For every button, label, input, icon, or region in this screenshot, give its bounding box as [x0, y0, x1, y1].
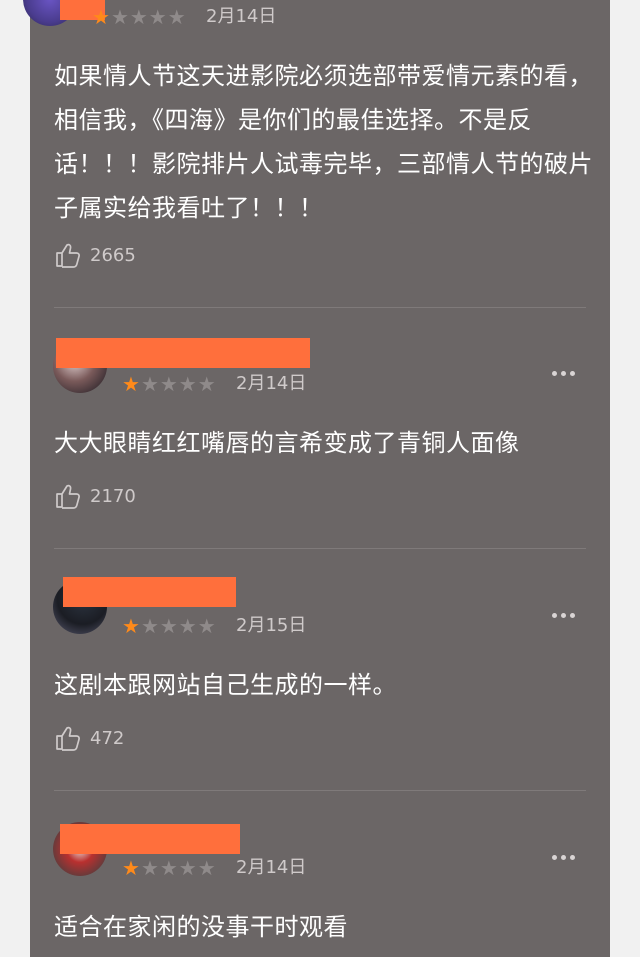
like-button[interactable]: 472 — [54, 724, 124, 752]
like-count: 2665 — [90, 244, 136, 266]
star-icon: ★ — [122, 856, 141, 880]
star-icon: ★ — [122, 372, 141, 396]
rating-stars: ★★★★★ — [122, 374, 217, 394]
rating-stars: ★★★★★ — [122, 616, 217, 636]
username-redacted[interactable] — [63, 577, 236, 607]
star-icon: ★ — [122, 614, 141, 638]
username-redacted[interactable] — [56, 338, 310, 368]
review-text[interactable]: 适合在家闲的没事干时观看 — [54, 905, 594, 949]
thumbs-up-icon — [56, 484, 80, 509]
star-icon: ★★★★ — [140, 372, 217, 396]
more-dots-icon — [552, 855, 557, 860]
star-icon: ★★★★ — [110, 5, 187, 29]
review-date: 2月14日 — [236, 373, 307, 394]
divider — [54, 548, 586, 549]
thumbs-up-icon — [56, 726, 80, 751]
like-count: 472 — [90, 727, 125, 749]
rating-stars: ★★★★★ — [122, 858, 217, 878]
rating-stars: ★★★★★ — [92, 7, 187, 27]
more-dots-icon — [552, 371, 557, 376]
more-dots-icon — [552, 613, 557, 618]
thumbs-up-icon — [56, 243, 80, 268]
review-date: 2月14日 — [236, 857, 307, 878]
like-button[interactable]: 2170 — [54, 482, 136, 510]
more-options-button[interactable] — [552, 603, 580, 618]
divider — [54, 307, 586, 308]
star-icon: ★★★★ — [140, 856, 217, 880]
username-redacted[interactable] — [60, 824, 240, 854]
review-text[interactable]: 大大眼睛红红嘴唇的言希变成了青铜人面像 — [54, 421, 594, 465]
review-text[interactable]: 如果情人节这天进影院必须选部带爱情元素的看，相信我，《四海》是你们的最佳选择。不… — [54, 54, 594, 230]
review-date: 2月14日 — [206, 6, 277, 27]
star-icon: ★★★★ — [140, 614, 217, 638]
more-options-button[interactable] — [552, 361, 580, 376]
more-options-button[interactable] — [552, 845, 580, 860]
review-text[interactable]: 这剧本跟网站自己生成的一样。 — [54, 663, 594, 707]
like-count: 2170 — [90, 485, 136, 507]
like-button[interactable]: 2665 — [54, 241, 136, 269]
review-date: 2月15日 — [236, 615, 307, 636]
divider — [54, 790, 586, 791]
star-icon: ★ — [92, 5, 111, 29]
